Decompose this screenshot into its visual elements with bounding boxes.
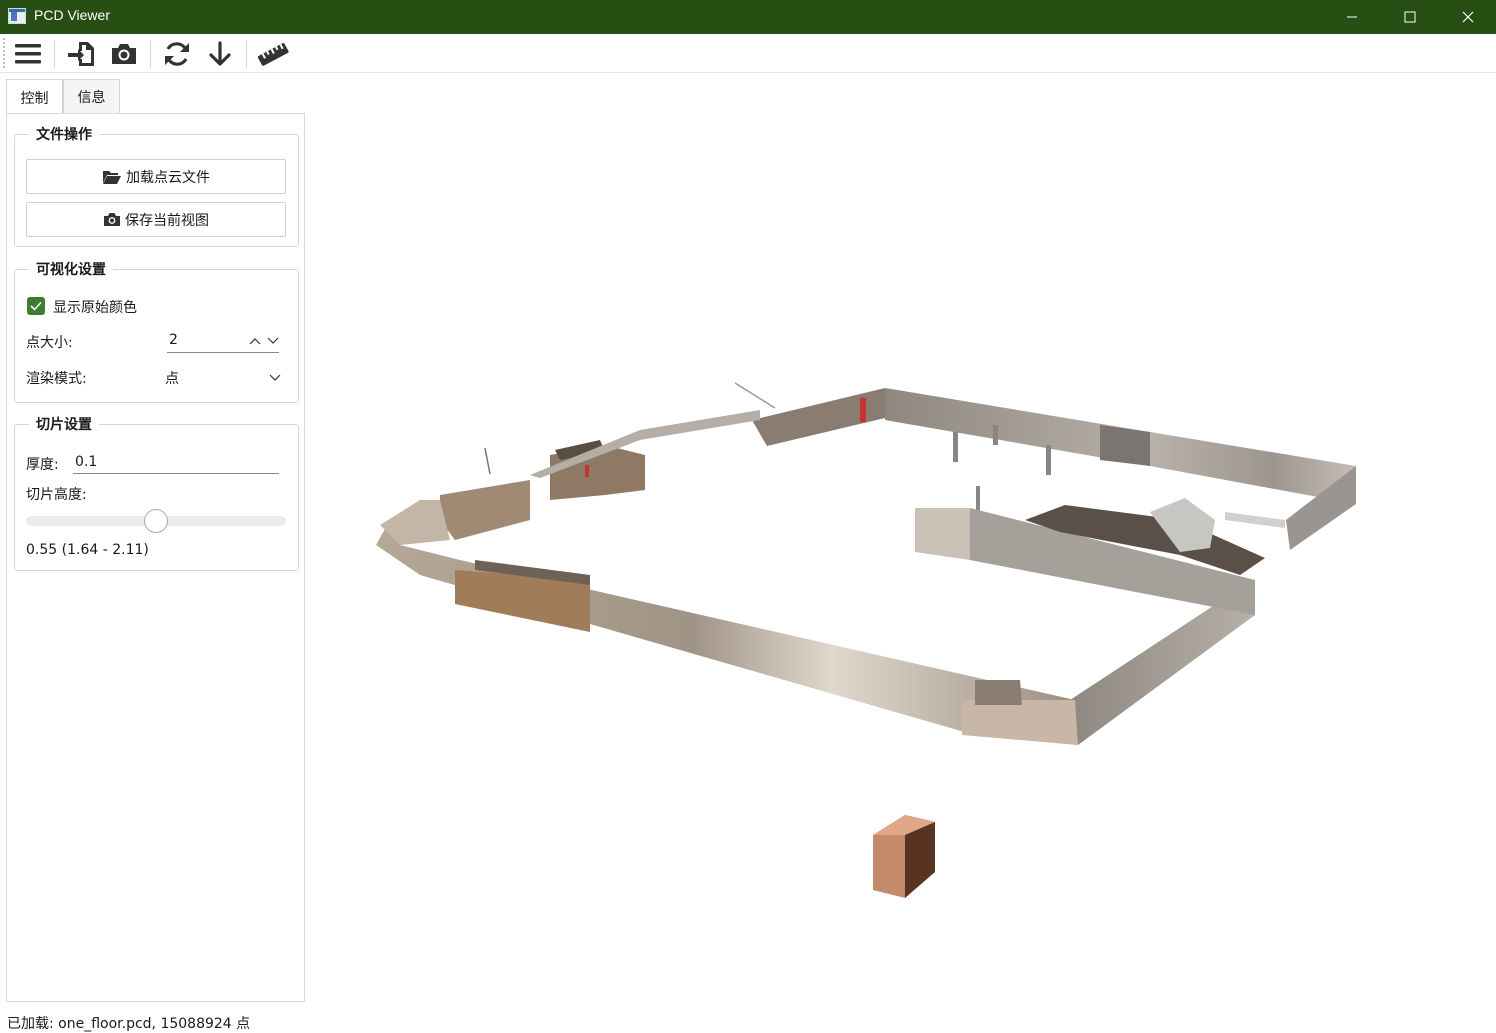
minimize-button[interactable] bbox=[1323, 0, 1381, 34]
menu-icon bbox=[15, 44, 41, 64]
file-ops-group: 文件操作 加载点云文件 保存当前视图 bbox=[14, 124, 299, 247]
app-icon bbox=[8, 8, 26, 24]
screenshot-button[interactable] bbox=[107, 37, 141, 71]
load-pointcloud-button[interactable]: 加载点云文件 bbox=[26, 159, 286, 194]
import-button[interactable] bbox=[64, 37, 98, 71]
window-title: PCD Viewer bbox=[34, 7, 110, 23]
maximize-icon bbox=[1404, 11, 1416, 23]
folder-open-icon bbox=[103, 170, 121, 184]
toolbar-separator bbox=[54, 40, 55, 68]
file-ops-title: 文件操作 bbox=[29, 124, 99, 144]
point-size-value: 2 bbox=[169, 332, 178, 348]
toolbar-separator bbox=[246, 40, 247, 68]
chevron-down-icon[interactable] bbox=[267, 337, 279, 345]
close-button[interactable] bbox=[1439, 0, 1496, 34]
red-pipe bbox=[585, 465, 589, 477]
chevron-up-icon[interactable] bbox=[249, 337, 261, 345]
toolbar-grip[interactable] bbox=[3, 38, 6, 68]
wall-segment bbox=[1100, 425, 1150, 466]
render-mode-combobox[interactable]: 点 bbox=[163, 365, 283, 389]
slice-height-handle[interactable] bbox=[144, 509, 168, 533]
red-pipe bbox=[860, 398, 866, 422]
wall-segment bbox=[962, 700, 1078, 745]
checkmark-icon bbox=[30, 301, 42, 311]
point-trace bbox=[484, 447, 491, 475]
status-text: 已加载: one_floor.pcd, 15088924 点 bbox=[7, 1016, 251, 1032]
point-trace bbox=[734, 382, 776, 409]
tab-control[interactable]: 控制 bbox=[6, 79, 63, 115]
thickness-value: 0.1 bbox=[75, 454, 98, 470]
measure-button[interactable] bbox=[256, 37, 290, 71]
column bbox=[993, 425, 998, 445]
column bbox=[1046, 445, 1051, 475]
slice-height-label: 切片高度: bbox=[26, 487, 87, 503]
interior-block bbox=[1225, 512, 1285, 528]
toolbar bbox=[0, 34, 1496, 73]
import-file-icon bbox=[68, 42, 94, 66]
maximize-button[interactable] bbox=[1381, 0, 1439, 34]
pointcloud-viewport[interactable] bbox=[306, 73, 1496, 1010]
thickness-label: 厚度: bbox=[26, 457, 59, 473]
load-pointcloud-label: 加载点云文件 bbox=[126, 169, 210, 186]
interior-block bbox=[915, 508, 970, 560]
point-size-spinbox[interactable]: 2 bbox=[167, 330, 279, 353]
download-button[interactable] bbox=[203, 37, 237, 71]
wall-segment bbox=[440, 480, 530, 540]
show-color-checkbox[interactable] bbox=[27, 297, 45, 315]
minimize-icon bbox=[1347, 16, 1357, 18]
slice-height-readout: 0.55 (1.64 - 2.11) bbox=[26, 542, 149, 558]
chevron-down-icon bbox=[269, 374, 281, 381]
camera-icon bbox=[112, 44, 136, 64]
visual-settings-title: 可视化设置 bbox=[29, 259, 113, 279]
camera-icon bbox=[104, 213, 120, 226]
close-icon bbox=[1462, 11, 1474, 23]
show-color-label: 显示原始颜色 bbox=[53, 300, 137, 316]
save-view-label: 保存当前视图 bbox=[125, 212, 209, 229]
wall-segment bbox=[975, 680, 1022, 705]
ruler-icon bbox=[257, 43, 289, 66]
tab-info[interactable]: 信息 bbox=[63, 79, 120, 114]
render-mode-value: 点 bbox=[165, 371, 179, 387]
slice-settings-group: 切片设置 厚度: 0.1 切片高度: 0.55 (1.64 - 2.11) bbox=[14, 414, 299, 571]
control-panel: 文件操作 加载点云文件 保存当前视图 可视化设置 显示原始颜色 点大小: 2 渲… bbox=[6, 113, 305, 1002]
render-mode-label: 渲染模式: bbox=[26, 371, 87, 387]
column bbox=[976, 486, 980, 511]
toolbar-separator bbox=[150, 40, 151, 68]
refresh-button[interactable] bbox=[160, 37, 194, 71]
visual-settings-group: 可视化设置 显示原始颜色 点大小: 2 渲染模式: 点 bbox=[14, 259, 299, 403]
pointcloud-render bbox=[376, 382, 1356, 898]
refresh-icon bbox=[165, 42, 189, 66]
column bbox=[953, 432, 958, 462]
arrow-down-icon bbox=[209, 41, 231, 66]
thickness-input[interactable]: 0.1 bbox=[73, 451, 279, 474]
title-bar[interactable]: PCD Viewer bbox=[0, 0, 1496, 34]
save-view-button[interactable]: 保存当前视图 bbox=[26, 202, 286, 237]
status-bar: 已加载: one_floor.pcd, 15088924 点 bbox=[0, 1010, 1496, 1032]
point-size-label: 点大小: bbox=[26, 335, 73, 351]
slice-settings-title: 切片设置 bbox=[29, 414, 99, 434]
menu-button[interactable] bbox=[11, 37, 45, 71]
